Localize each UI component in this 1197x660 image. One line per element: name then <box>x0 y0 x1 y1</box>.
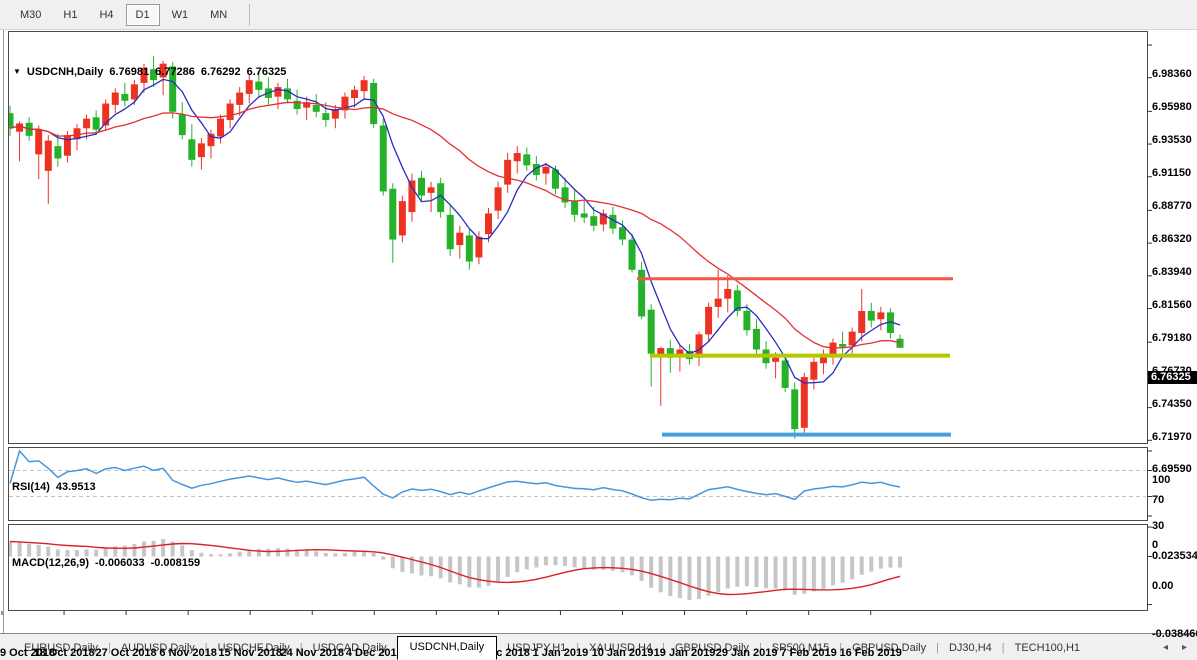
rsi-axis-label: 70 <box>1152 493 1165 506</box>
price-pane[interactable] <box>8 31 1148 444</box>
timeframe-toolbar: M30 H1 H4 D1 W1 MN <box>0 0 1197 30</box>
price-axis-label: 6.93530 <box>1152 134 1192 147</box>
timeframe-button-h4[interactable]: H4 <box>89 4 123 26</box>
chart-symbol-label: USDCNH,Daily <box>26 66 104 78</box>
price-axis-label: 6.86320 <box>1152 233 1192 246</box>
chart-tab-usdcnh-daily[interactable]: USDCNH,Daily <box>396 636 498 660</box>
macd-value: -0.006033 <box>95 557 145 569</box>
macd-axis-label: 0.023534 <box>1152 550 1197 563</box>
ohlc-low: 6.76292 <box>200 66 241 78</box>
date-axis-label: 18 Oct 2018 <box>33 647 95 659</box>
rsi-value: 43.9513 <box>55 481 96 493</box>
price-axis-label: 6.71970 <box>1152 430 1192 443</box>
date-axis-label: 4 Dec 2018 <box>345 647 403 659</box>
ohlc-open: 6.76981 <box>109 66 150 78</box>
price-axis-label: 6.81560 <box>1152 298 1192 311</box>
rsi-axis-label: 100 <box>1152 474 1171 486</box>
rsi-label: RSI(14) <box>12 481 50 493</box>
date-axis-label: 15 Nov 2018 <box>218 647 282 659</box>
mt4-window: M30 H1 H4 D1 W1 MN ▼ USDCNH,Daily 6.76981 6.7… <box>0 0 1197 660</box>
date-axis-label: 19 Jan 2019 <box>653 647 716 659</box>
chart-frame: ▼ USDCNH,Daily 6.76981 6.77286 6.76292 6… <box>0 30 1197 659</box>
tab-scroll-arrows: ◂ ▸ <box>1163 642 1197 660</box>
date-axis-label: 27 Oct 2018 <box>95 647 157 659</box>
chart-symbol-dropdown-icon[interactable]: ▼ <box>13 67 21 77</box>
price-axis-label: 6.83940 <box>1152 266 1192 279</box>
price-axis-label: 6.95980 <box>1152 100 1192 113</box>
timeframe-button-mn[interactable]: MN <box>200 4 237 26</box>
date-axis-label: 7 Feb 2019 <box>780 647 837 659</box>
date-axis-label: 24 Nov 2018 <box>280 647 345 659</box>
date-axis-label: 6 Nov 2018 <box>159 647 217 659</box>
rsi-header: RSI(14) 43.9513 <box>12 481 96 493</box>
chart-tab-tech100-h1[interactable]: TECH100,H1 <box>1005 637 1090 660</box>
chart-canvas[interactable] <box>0 30 1197 633</box>
price-axis-label: 6.79180 <box>1152 331 1192 344</box>
date-axis-label: 29 Jan 2019 <box>715 647 778 659</box>
price-axis-label: 6.98360 <box>1152 68 1192 80</box>
toolbar-separator <box>249 3 251 26</box>
date-axis-label: 10 Jan 2019 <box>591 647 654 659</box>
macd-signal-value: -0.008159 <box>150 557 201 569</box>
chart-header: ▼ USDCNH,Daily 6.76981 6.77286 6.76292 6… <box>13 66 286 78</box>
timeframe-button-d1[interactable]: D1 <box>125 3 160 26</box>
macd-axis-label: 0.00 <box>1152 579 1174 592</box>
ohlc-high: 6.77286 <box>155 66 195 78</box>
date-axis-label: 16 Feb 2019 <box>839 647 902 659</box>
macd-axis-label: -0.038466 <box>1152 627 1197 640</box>
price-axis-label: 6.74350 <box>1152 397 1192 410</box>
current-price-tag: 6.76325 <box>1148 370 1197 384</box>
timeframe-button-w1[interactable]: W1 <box>162 4 199 26</box>
date-axis-label: 1 Jan 2019 <box>532 647 589 659</box>
tab-scroll-right-icon[interactable]: ▸ <box>1182 642 1187 653</box>
rsi-axis-label: 30 <box>1152 519 1165 532</box>
ohlc-close: 6.76325 <box>246 66 287 78</box>
price-axis-label: 6.91150 <box>1152 167 1192 180</box>
macd-label: MACD(12,26,9) <box>12 557 90 569</box>
macd-header: MACD(12,26,9) -0.006033 -0.008159 <box>12 557 200 569</box>
tab-scroll-left-icon[interactable]: ◂ <box>1163 642 1168 653</box>
timeframe-button-h1[interactable]: H1 <box>53 4 87 26</box>
timeframe-button-m30[interactable]: M30 <box>10 4 51 26</box>
chart-tab-dj30-h4[interactable]: DJ30,H4 <box>939 637 1002 660</box>
price-axis-label: 6.88770 <box>1152 199 1192 212</box>
